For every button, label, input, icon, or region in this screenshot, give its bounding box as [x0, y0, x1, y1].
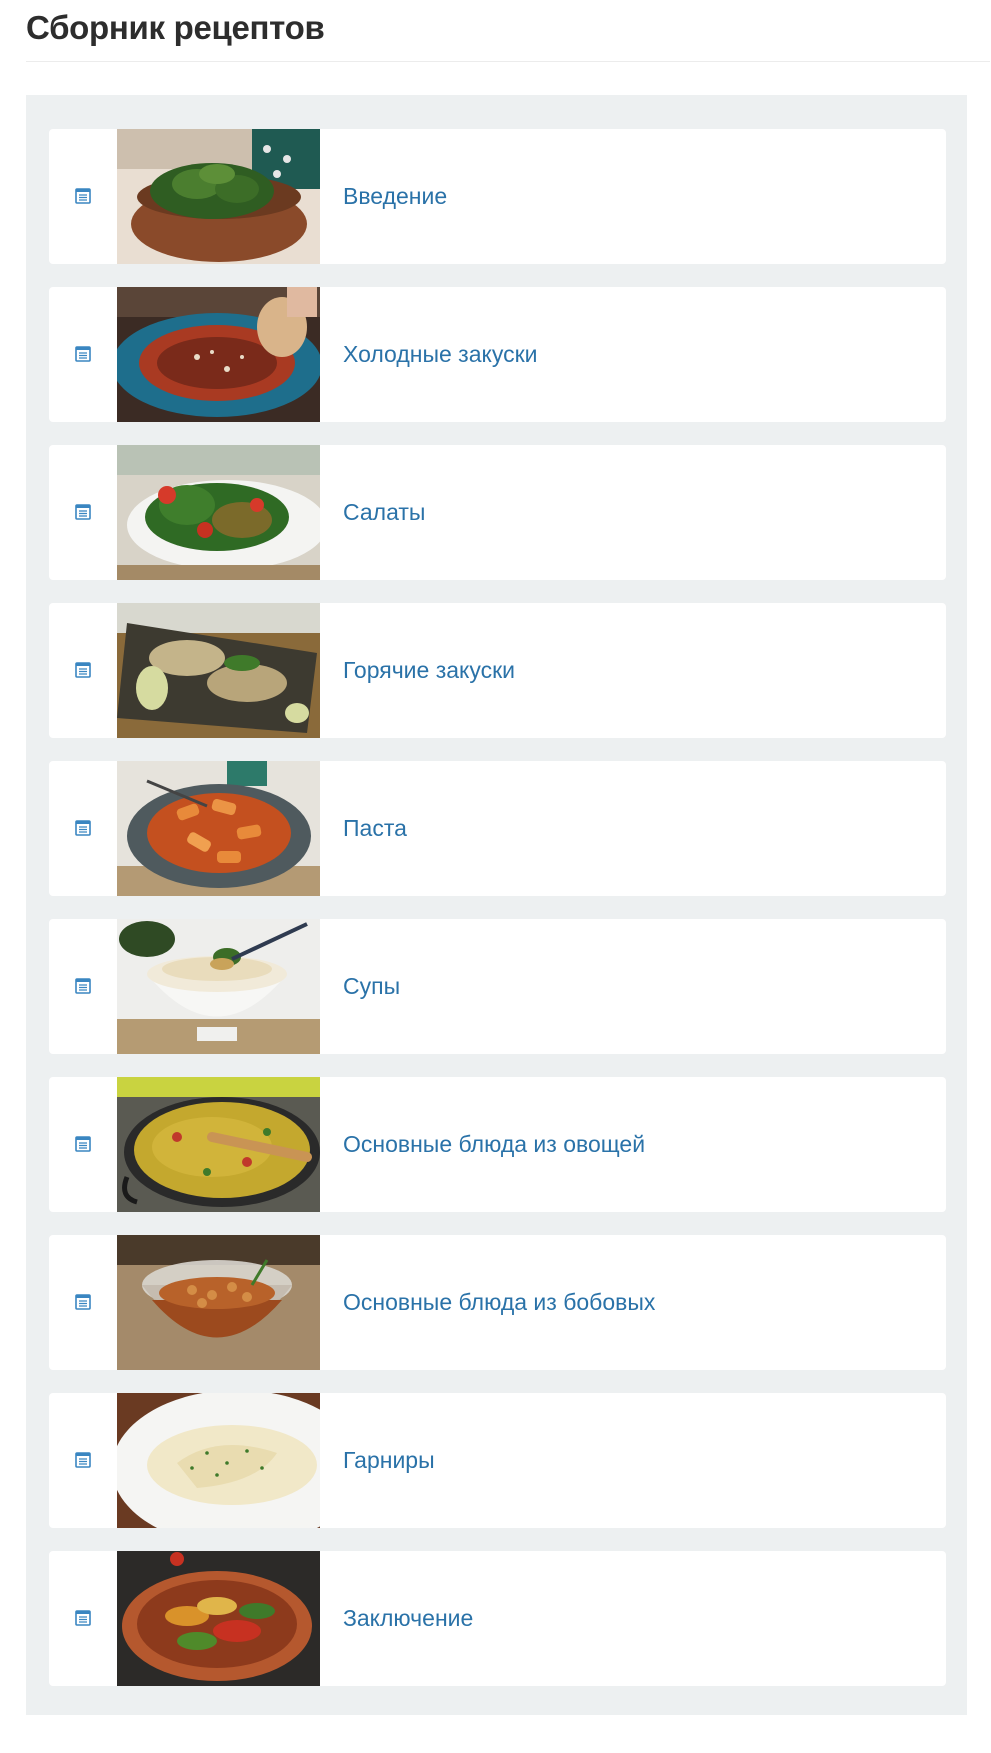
list-item-salads[interactable]: Салаты: [49, 445, 946, 580]
list-item-hot-appetizers[interactable]: Горячие закуски: [49, 603, 946, 738]
chickpea-stew-in-glass-bowl-image[interactable]: [117, 1235, 320, 1370]
list-item-label[interactable]: Основные блюда из овощей: [343, 1077, 645, 1212]
list-item-cold-appetizers[interactable]: Холодные закуски: [49, 287, 946, 422]
list-item-label[interactable]: Основные блюда из бобовых: [343, 1235, 655, 1370]
document-list-icon: [75, 503, 91, 521]
list-item-label[interactable]: Холодные закуски: [343, 287, 537, 422]
list-item-conclusion[interactable]: Заключение: [49, 1551, 946, 1686]
document-list-icon: [75, 1451, 91, 1469]
list-item-label[interactable]: Введение: [343, 129, 447, 264]
page-header: Сборник рецептов: [26, 0, 990, 62]
list-item-introduction[interactable]: Введение: [49, 129, 946, 264]
document-list-icon: [75, 661, 91, 679]
chapter-list: Введение Холодные закуски Салаты Горячие…: [49, 129, 946, 1686]
list-item-label[interactable]: Гарниры: [343, 1393, 435, 1528]
flatbread-with-tomato-spread-on-blue-plate-image[interactable]: [117, 287, 320, 422]
green-salad-with-tomatoes-in-white-bowl-image[interactable]: [117, 445, 320, 580]
document-list-icon: [75, 1293, 91, 1311]
list-item-soups[interactable]: Супы: [49, 919, 946, 1054]
vegetable-paella-in-pan-image[interactable]: [117, 1077, 320, 1212]
document-list-icon: [75, 1609, 91, 1627]
list-item-legume-main-dishes[interactable]: Основные блюда из бобовых: [49, 1235, 946, 1370]
rigatoni-in-tomato-sauce-image[interactable]: [117, 761, 320, 896]
document-list-icon: [75, 977, 91, 995]
mashed-potatoes-on-plate-image[interactable]: [117, 1393, 320, 1528]
list-item-label[interactable]: Горячие закуски: [343, 603, 515, 738]
list-item-label[interactable]: Паста: [343, 761, 407, 896]
list-item-side-dishes[interactable]: Гарниры: [49, 1393, 946, 1528]
list-item-label[interactable]: Заключение: [343, 1551, 473, 1686]
fried-patties-with-sauce-on-tray-image[interactable]: [117, 603, 320, 738]
document-list-icon: [75, 187, 91, 205]
chapter-list-panel: Введение Холодные закуски Салаты Горячие…: [26, 95, 967, 1715]
cream-soup-in-white-bowl-image[interactable]: [117, 919, 320, 1054]
list-item-pasta[interactable]: Паста: [49, 761, 946, 896]
document-list-icon: [75, 819, 91, 837]
page-title: Сборник рецептов: [26, 9, 325, 46]
vegetable-tian-in-clay-dish-image[interactable]: [117, 1551, 320, 1686]
document-list-icon: [75, 345, 91, 363]
list-item-vegetable-main-dishes[interactable]: Основные блюда из овощей: [49, 1077, 946, 1212]
list-item-label[interactable]: Супы: [343, 919, 400, 1054]
salad-greens-in-coconut-bowl-image[interactable]: [117, 129, 320, 264]
document-list-icon: [75, 1135, 91, 1153]
list-item-label[interactable]: Салаты: [343, 445, 425, 580]
